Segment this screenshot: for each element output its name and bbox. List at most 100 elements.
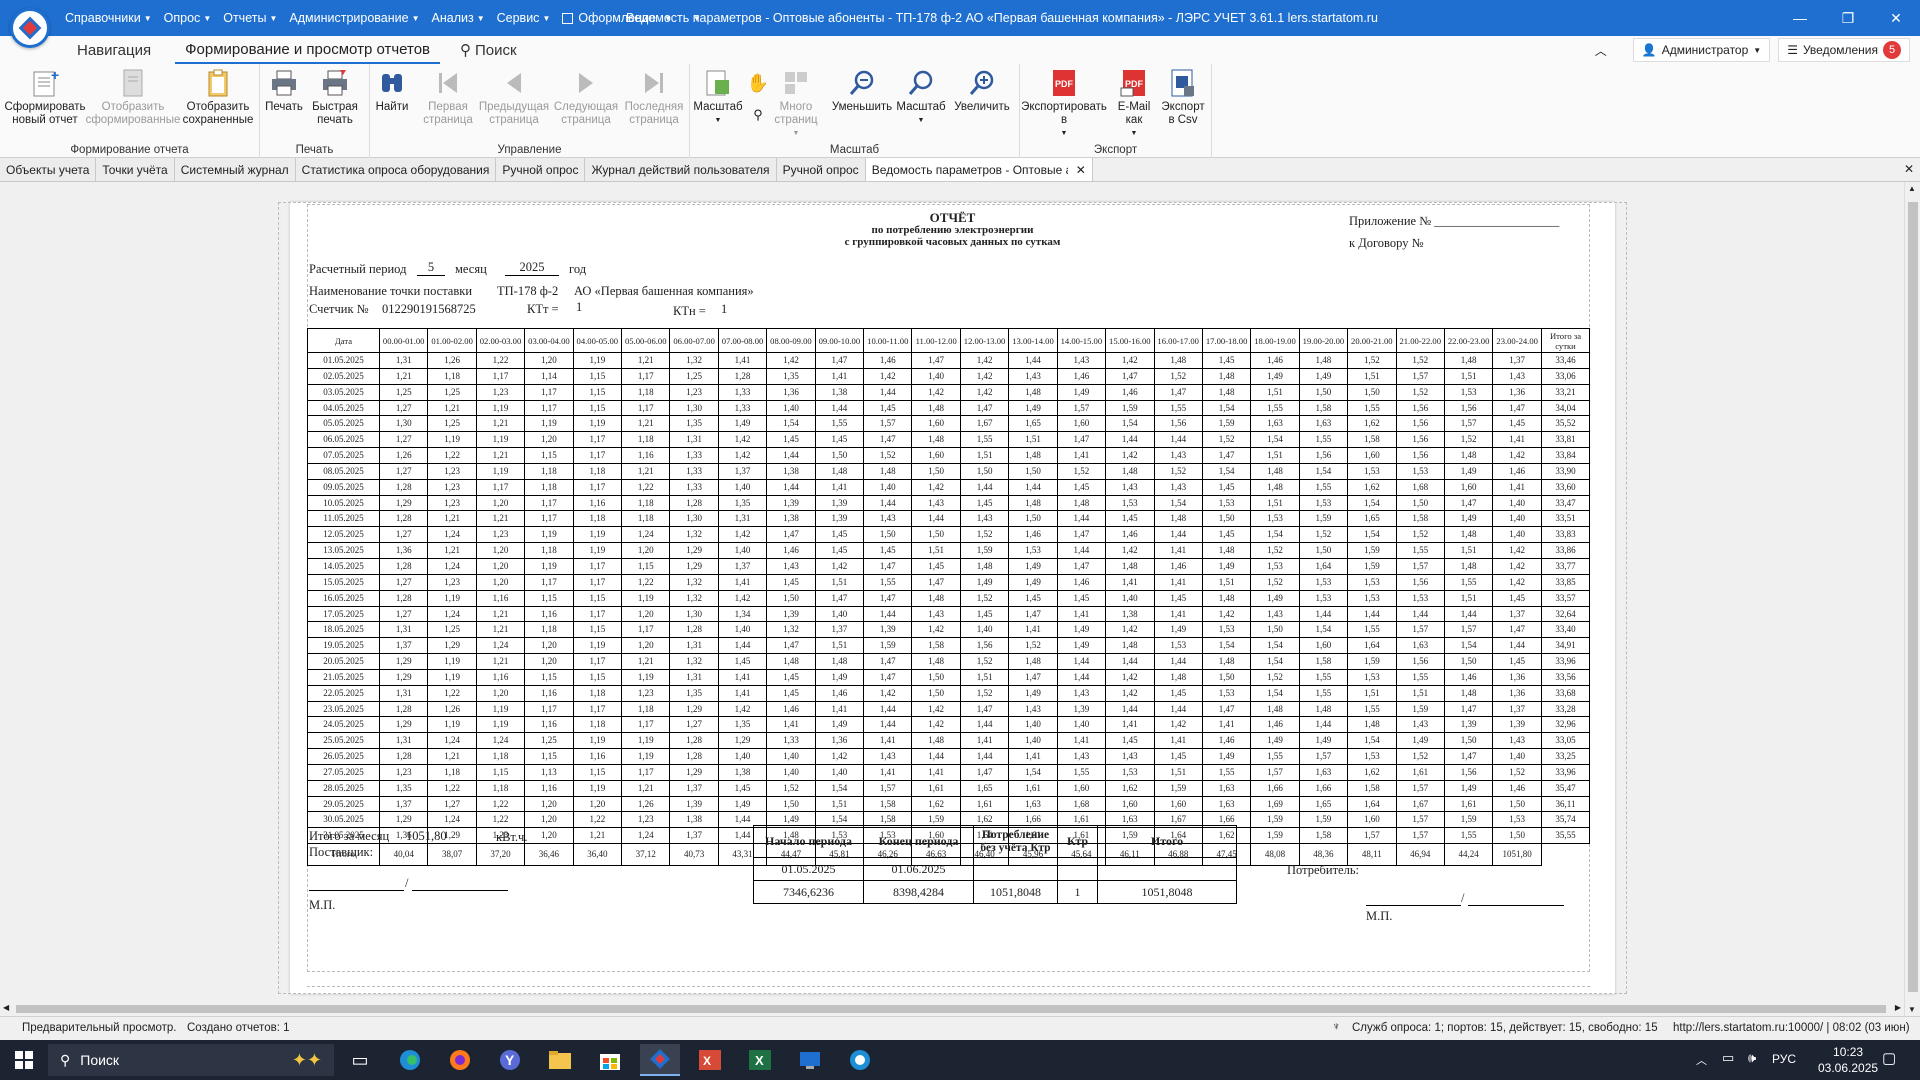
firefox-icon[interactable]: [440, 1044, 480, 1076]
close-tab-icon[interactable]: ✕: [1076, 163, 1086, 177]
next-page-button[interactable]: Следующая страница: [552, 68, 620, 127]
value-cell: 1,19: [572, 732, 623, 750]
notification-center-icon[interactable]: ▢: [1882, 1049, 1896, 1067]
value-cell: 1,22: [475, 795, 526, 813]
task-view-icon[interactable]: ▭: [340, 1044, 380, 1076]
excel-icon[interactable]: X: [740, 1044, 780, 1076]
tab-metering-points[interactable]: Точки учёта: [96, 158, 175, 181]
value-cell: 1,40: [1056, 716, 1107, 734]
minimize-button[interactable]: —: [1776, 0, 1824, 36]
tab-search[interactable]: ⚲ Поиск: [450, 36, 527, 64]
collapse-ribbon-icon[interactable]: ︿: [1595, 42, 1607, 59]
app-logo[interactable]: [10, 8, 50, 48]
lers-app-icon[interactable]: [640, 1044, 680, 1076]
scroll-up-icon[interactable]: ▲: [1908, 184, 1916, 193]
store-icon[interactable]: [590, 1044, 630, 1076]
clock[interactable]: 10:23 03.06.2025: [1818, 1044, 1878, 1076]
value-cell: 1,43: [863, 748, 913, 765]
menu-reports[interactable]: Отчеты ▼: [217, 11, 283, 25]
value-cell: 1,53: [1347, 748, 1397, 765]
hand-tool-button[interactable]: ✋: [746, 68, 770, 101]
first-page-button[interactable]: Первая страница: [422, 68, 474, 127]
tab-accounting-objects[interactable]: Объекты учета: [0, 158, 97, 181]
menu-service[interactable]: Сервис ▼: [491, 11, 557, 25]
value-cell: 1,48: [766, 653, 816, 670]
scroll-down-icon[interactable]: ▼: [1908, 1005, 1916, 1014]
export-csv-button[interactable]: Экспорт в Csv: [1160, 68, 1206, 127]
column-header: 11.00-12.00: [911, 328, 961, 353]
language-indicator[interactable]: РУС: [1772, 1052, 1796, 1066]
network-icon[interactable]: ▭: [1722, 1050, 1734, 1066]
print-button[interactable]: Печать: [264, 68, 304, 114]
horizontal-scroll-thumb[interactable]: [16, 1005, 1886, 1013]
menu-directories[interactable]: Справочники ▼: [59, 11, 158, 25]
date-cell: 29.05.2025: [307, 795, 380, 813]
many-pages-button[interactable]: Много страниц ▼: [772, 68, 820, 140]
zoom-out-button[interactable]: Уменьшить: [832, 68, 892, 114]
restore-button[interactable]: ❐: [1824, 0, 1872, 36]
value-cell: 1,29: [378, 716, 429, 734]
horizontal-scrollbar[interactable]: ◀ ▶: [0, 1002, 1904, 1016]
close-button[interactable]: ✕: [1872, 0, 1920, 36]
vertical-scroll-thumb[interactable]: [1908, 202, 1918, 992]
close-all-tabs-icon[interactable]: ✕: [1904, 162, 1914, 176]
user-menu-button[interactable]: 👤 Администратор ▼: [1632, 38, 1771, 62]
zoom-button[interactable]: Масштаб ▼: [896, 68, 946, 127]
app-dx-icon[interactable]: X: [690, 1044, 730, 1076]
value-cell: 1,27: [378, 431, 429, 449]
remote-desktop-icon[interactable]: [790, 1044, 830, 1076]
value-cell: 1,56: [1298, 447, 1349, 464]
scroll-left-icon[interactable]: ◀: [3, 1003, 9, 1012]
value-cell: 1,40: [1492, 748, 1542, 765]
prev-page-button[interactable]: Предыдущая страница: [478, 68, 550, 127]
taskbar-search-box[interactable]: ⚲ Поиск ✦✦: [48, 1044, 334, 1076]
tab-report-forming[interactable]: Формирование и просмотр отчетов: [175, 36, 441, 64]
app-bubble-icon[interactable]: [840, 1044, 880, 1076]
notifications-button[interactable]: ☰ Уведомления 5: [1778, 38, 1910, 62]
volume-icon[interactable]: 🕪: [1748, 1050, 1756, 1066]
tab-manual-poll-2[interactable]: Ручной опрос: [776, 158, 866, 181]
show-saved-button[interactable]: Отобразить сохраненные: [178, 68, 258, 127]
edge-icon[interactable]: [390, 1044, 430, 1076]
yandex-icon[interactable]: Y: [490, 1044, 530, 1076]
value-cell: 1,31: [378, 732, 429, 750]
show-hidden-icons[interactable]: ︿: [1696, 1052, 1707, 1068]
value-cell: 1,49: [1443, 510, 1494, 528]
email-as-button[interactable]: PDF E-Mail как ▼: [1114, 68, 1154, 140]
menu-admin[interactable]: Администрирование ▼: [283, 11, 425, 25]
export-to-button[interactable]: PDF Экспортировать в ▼: [1021, 68, 1107, 140]
tab-system-log[interactable]: Системный журнал: [174, 158, 296, 181]
find-button[interactable]: Найти: [372, 68, 412, 114]
new-report-button[interactable]: + Сформировать новый отчет: [4, 68, 86, 127]
magnifier-tool-button[interactable]: ⚲: [746, 108, 770, 121]
tab-manual-poll[interactable]: Ручной опрос: [496, 158, 586, 181]
value-cell: 1,48: [1250, 700, 1300, 718]
windows-start-icon[interactable]: [4, 1044, 44, 1076]
show-generated-button[interactable]: Отобразить сформированные: [86, 68, 180, 127]
quick-print-button[interactable]: Быстрая печать: [308, 68, 362, 127]
tab-navigation[interactable]: Навигация: [67, 36, 161, 64]
zoom-mode-button[interactable]: Масштаб ▼: [693, 68, 743, 127]
zoom-in-button[interactable]: Увеличить: [952, 68, 1012, 114]
total-cell: 38,07: [427, 843, 477, 867]
value-cell: 1,50: [911, 668, 961, 686]
button-label: Первая страница: [423, 101, 473, 126]
menu-polling[interactable]: Опрос ▼: [158, 11, 218, 25]
tab-user-actions-log[interactable]: Журнал действий пользователя: [585, 158, 777, 181]
value-cell: 1,41: [1008, 621, 1058, 639]
last-page-button[interactable]: Последняя страница: [622, 68, 686, 127]
value-cell: 33,47: [1541, 494, 1590, 512]
tab-polling-stats[interactable]: Статистика опроса оборудования: [295, 158, 497, 181]
vertical-scrollbar[interactable]: ▲ ▼: [1904, 182, 1920, 1016]
value-cell: 1,18: [572, 716, 623, 734]
scroll-right-icon[interactable]: ▶: [1895, 1003, 1901, 1012]
tab-parameters-report[interactable]: Ведомость параметров - Оптовые а ✕: [865, 158, 1093, 181]
menu-analysis[interactable]: Анализ ▼: [426, 11, 491, 25]
year-label: год: [569, 262, 587, 276]
value-cell: 1,63: [1008, 795, 1058, 813]
date-cell: 01.05.2025: [307, 352, 380, 369]
file-explorer-icon[interactable]: [540, 1044, 580, 1076]
value-cell: 1,19: [475, 431, 526, 449]
value-cell: 1,49: [717, 415, 768, 433]
table-row: 05.05.2025 1,30 1,25 1,21 1,19 1,19 1,21 1,35 1,…: [307, 415, 1590, 433]
